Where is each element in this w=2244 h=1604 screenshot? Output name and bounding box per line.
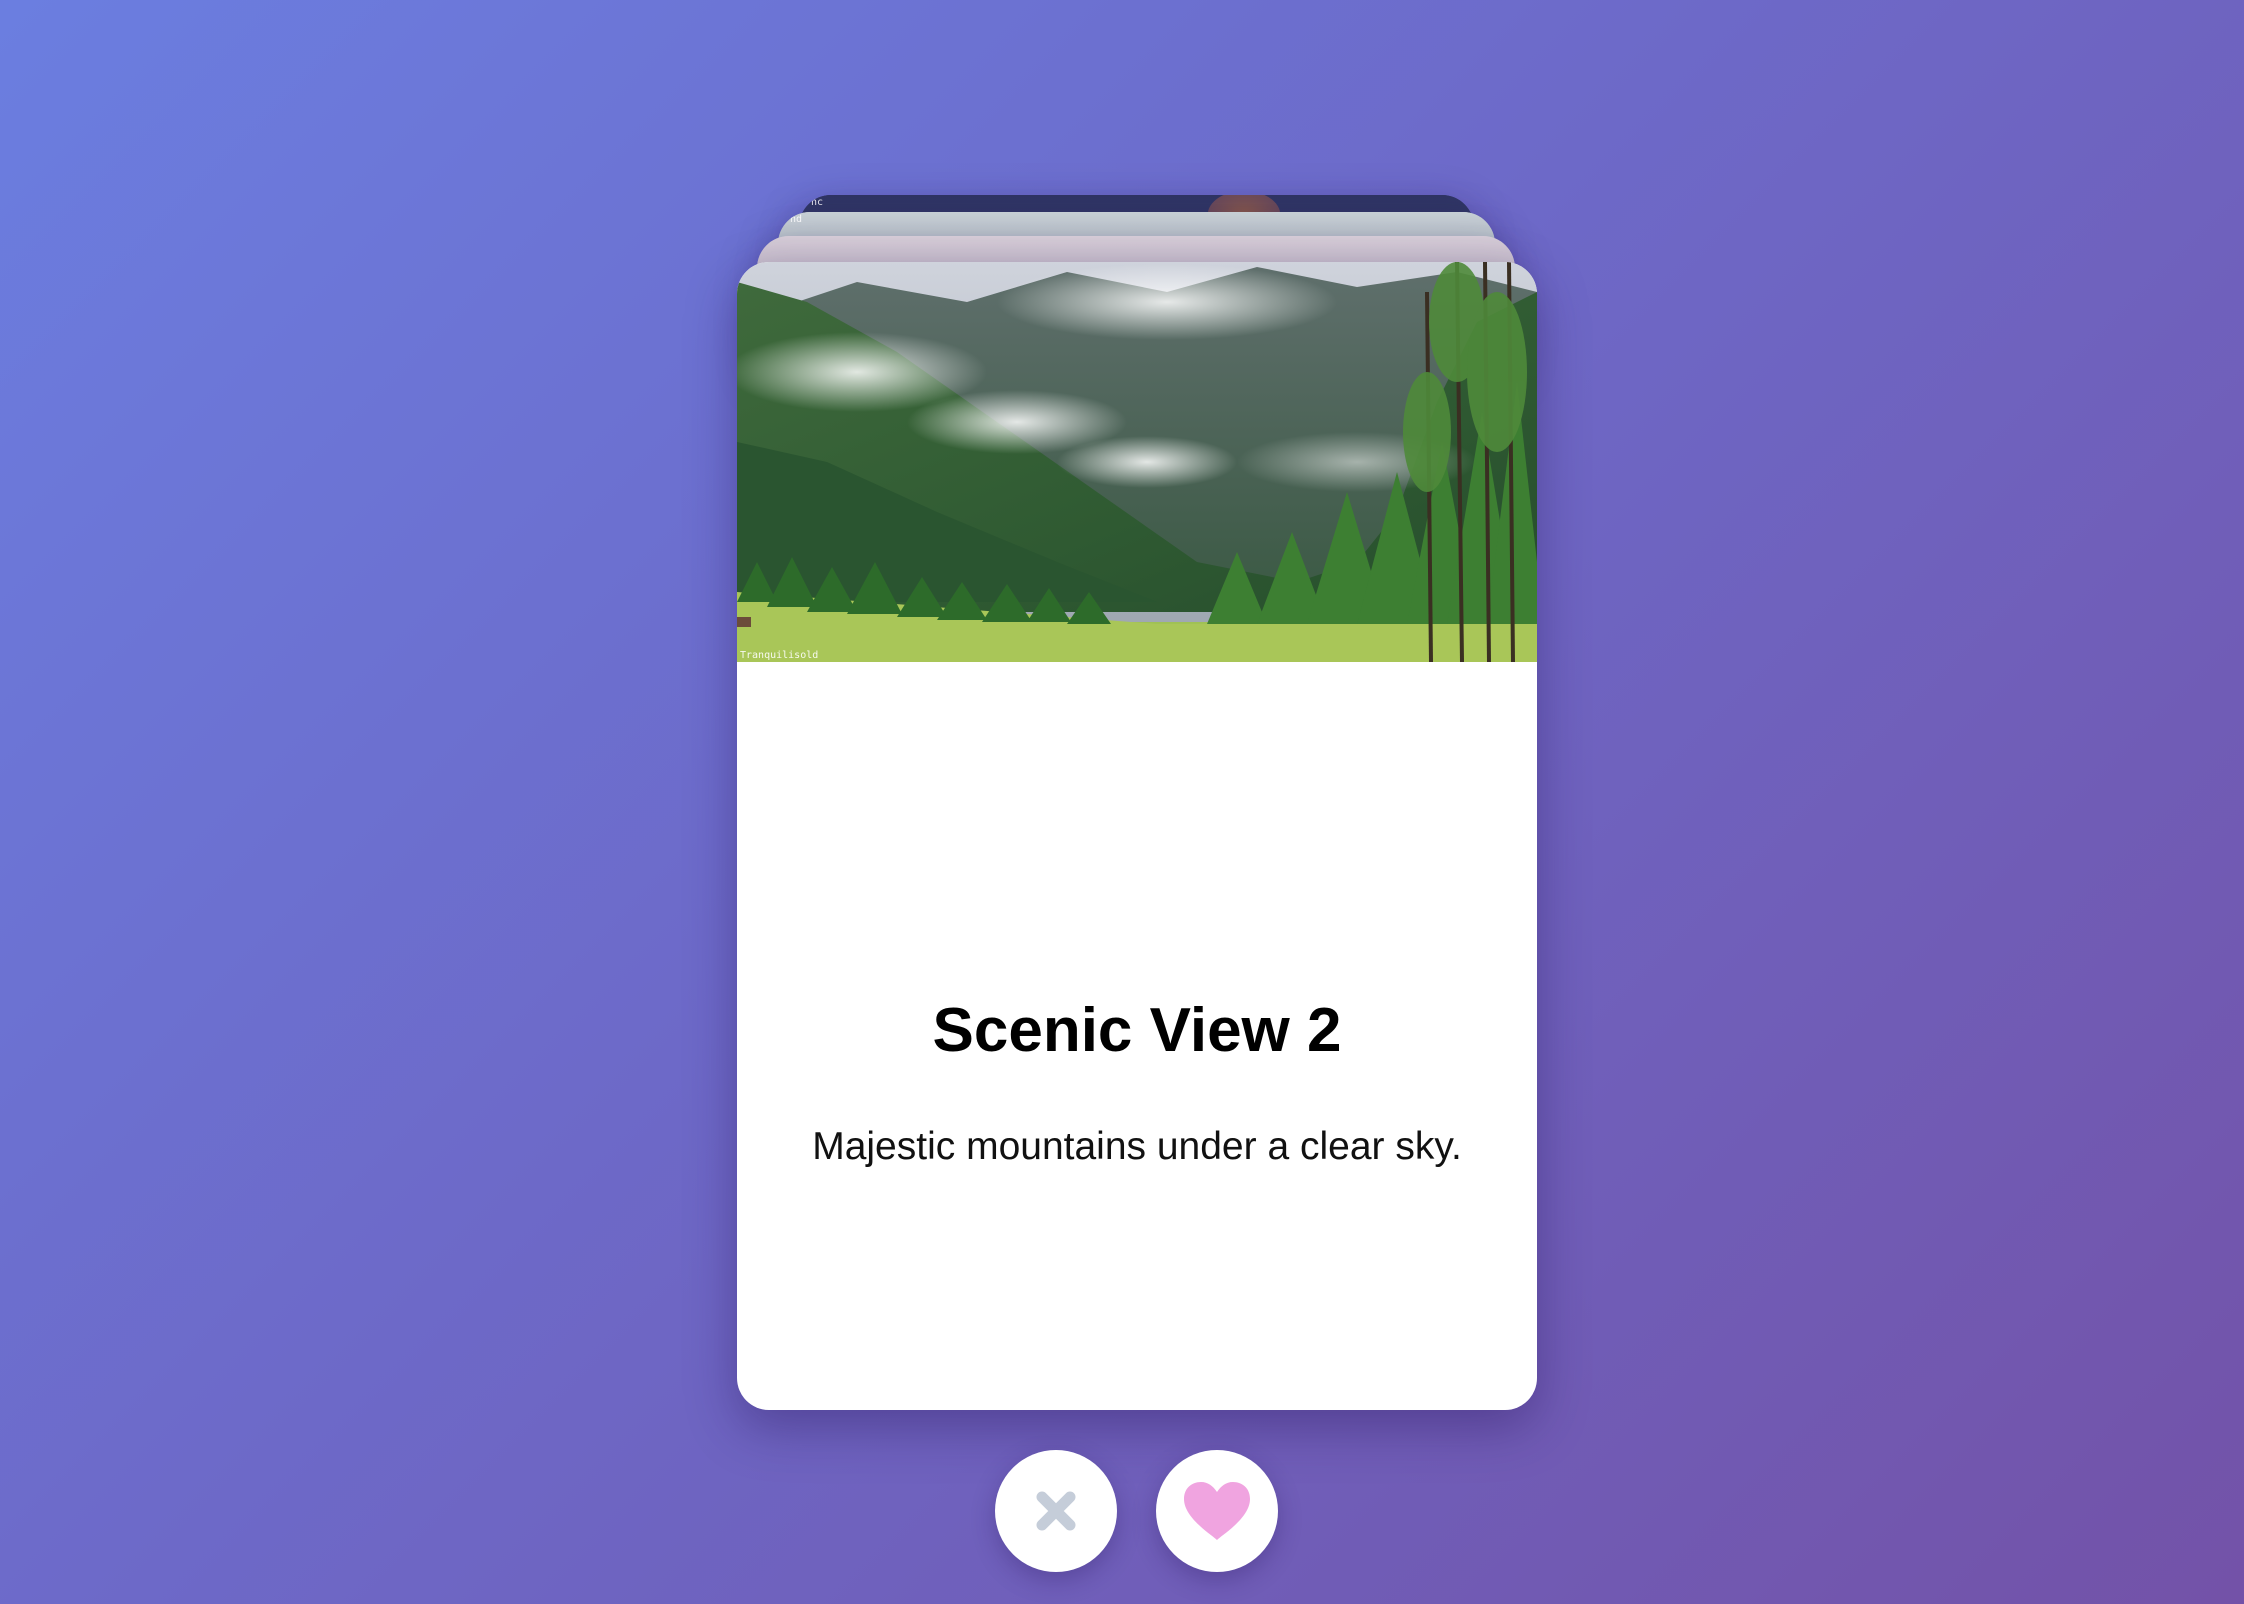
profile-card[interactable]: Tranquilisold Scenic View 2 Majestic mou… xyxy=(737,262,1537,1410)
image-credit: Tranquilisold xyxy=(740,650,819,661)
swipe-actions xyxy=(0,1450,2244,1572)
stacked-card-3-credit: nc xyxy=(811,197,824,208)
stacked-card-2-credit: nd xyxy=(790,214,803,225)
like-button[interactable] xyxy=(1156,1450,1278,1572)
dislike-button[interactable] xyxy=(995,1450,1117,1572)
card-title: Scenic View 2 xyxy=(932,996,1342,1065)
scenic-photo xyxy=(737,262,1537,662)
close-icon xyxy=(1036,1491,1076,1531)
card-body: Scenic View 2 Majestic mountains under a… xyxy=(737,662,1537,1410)
card-description: Majestic mountains under a clear sky. xyxy=(812,1125,1462,1168)
heart-icon xyxy=(1184,1482,1250,1540)
card-stack: nc nd nc-sa xyxy=(0,0,2244,1604)
